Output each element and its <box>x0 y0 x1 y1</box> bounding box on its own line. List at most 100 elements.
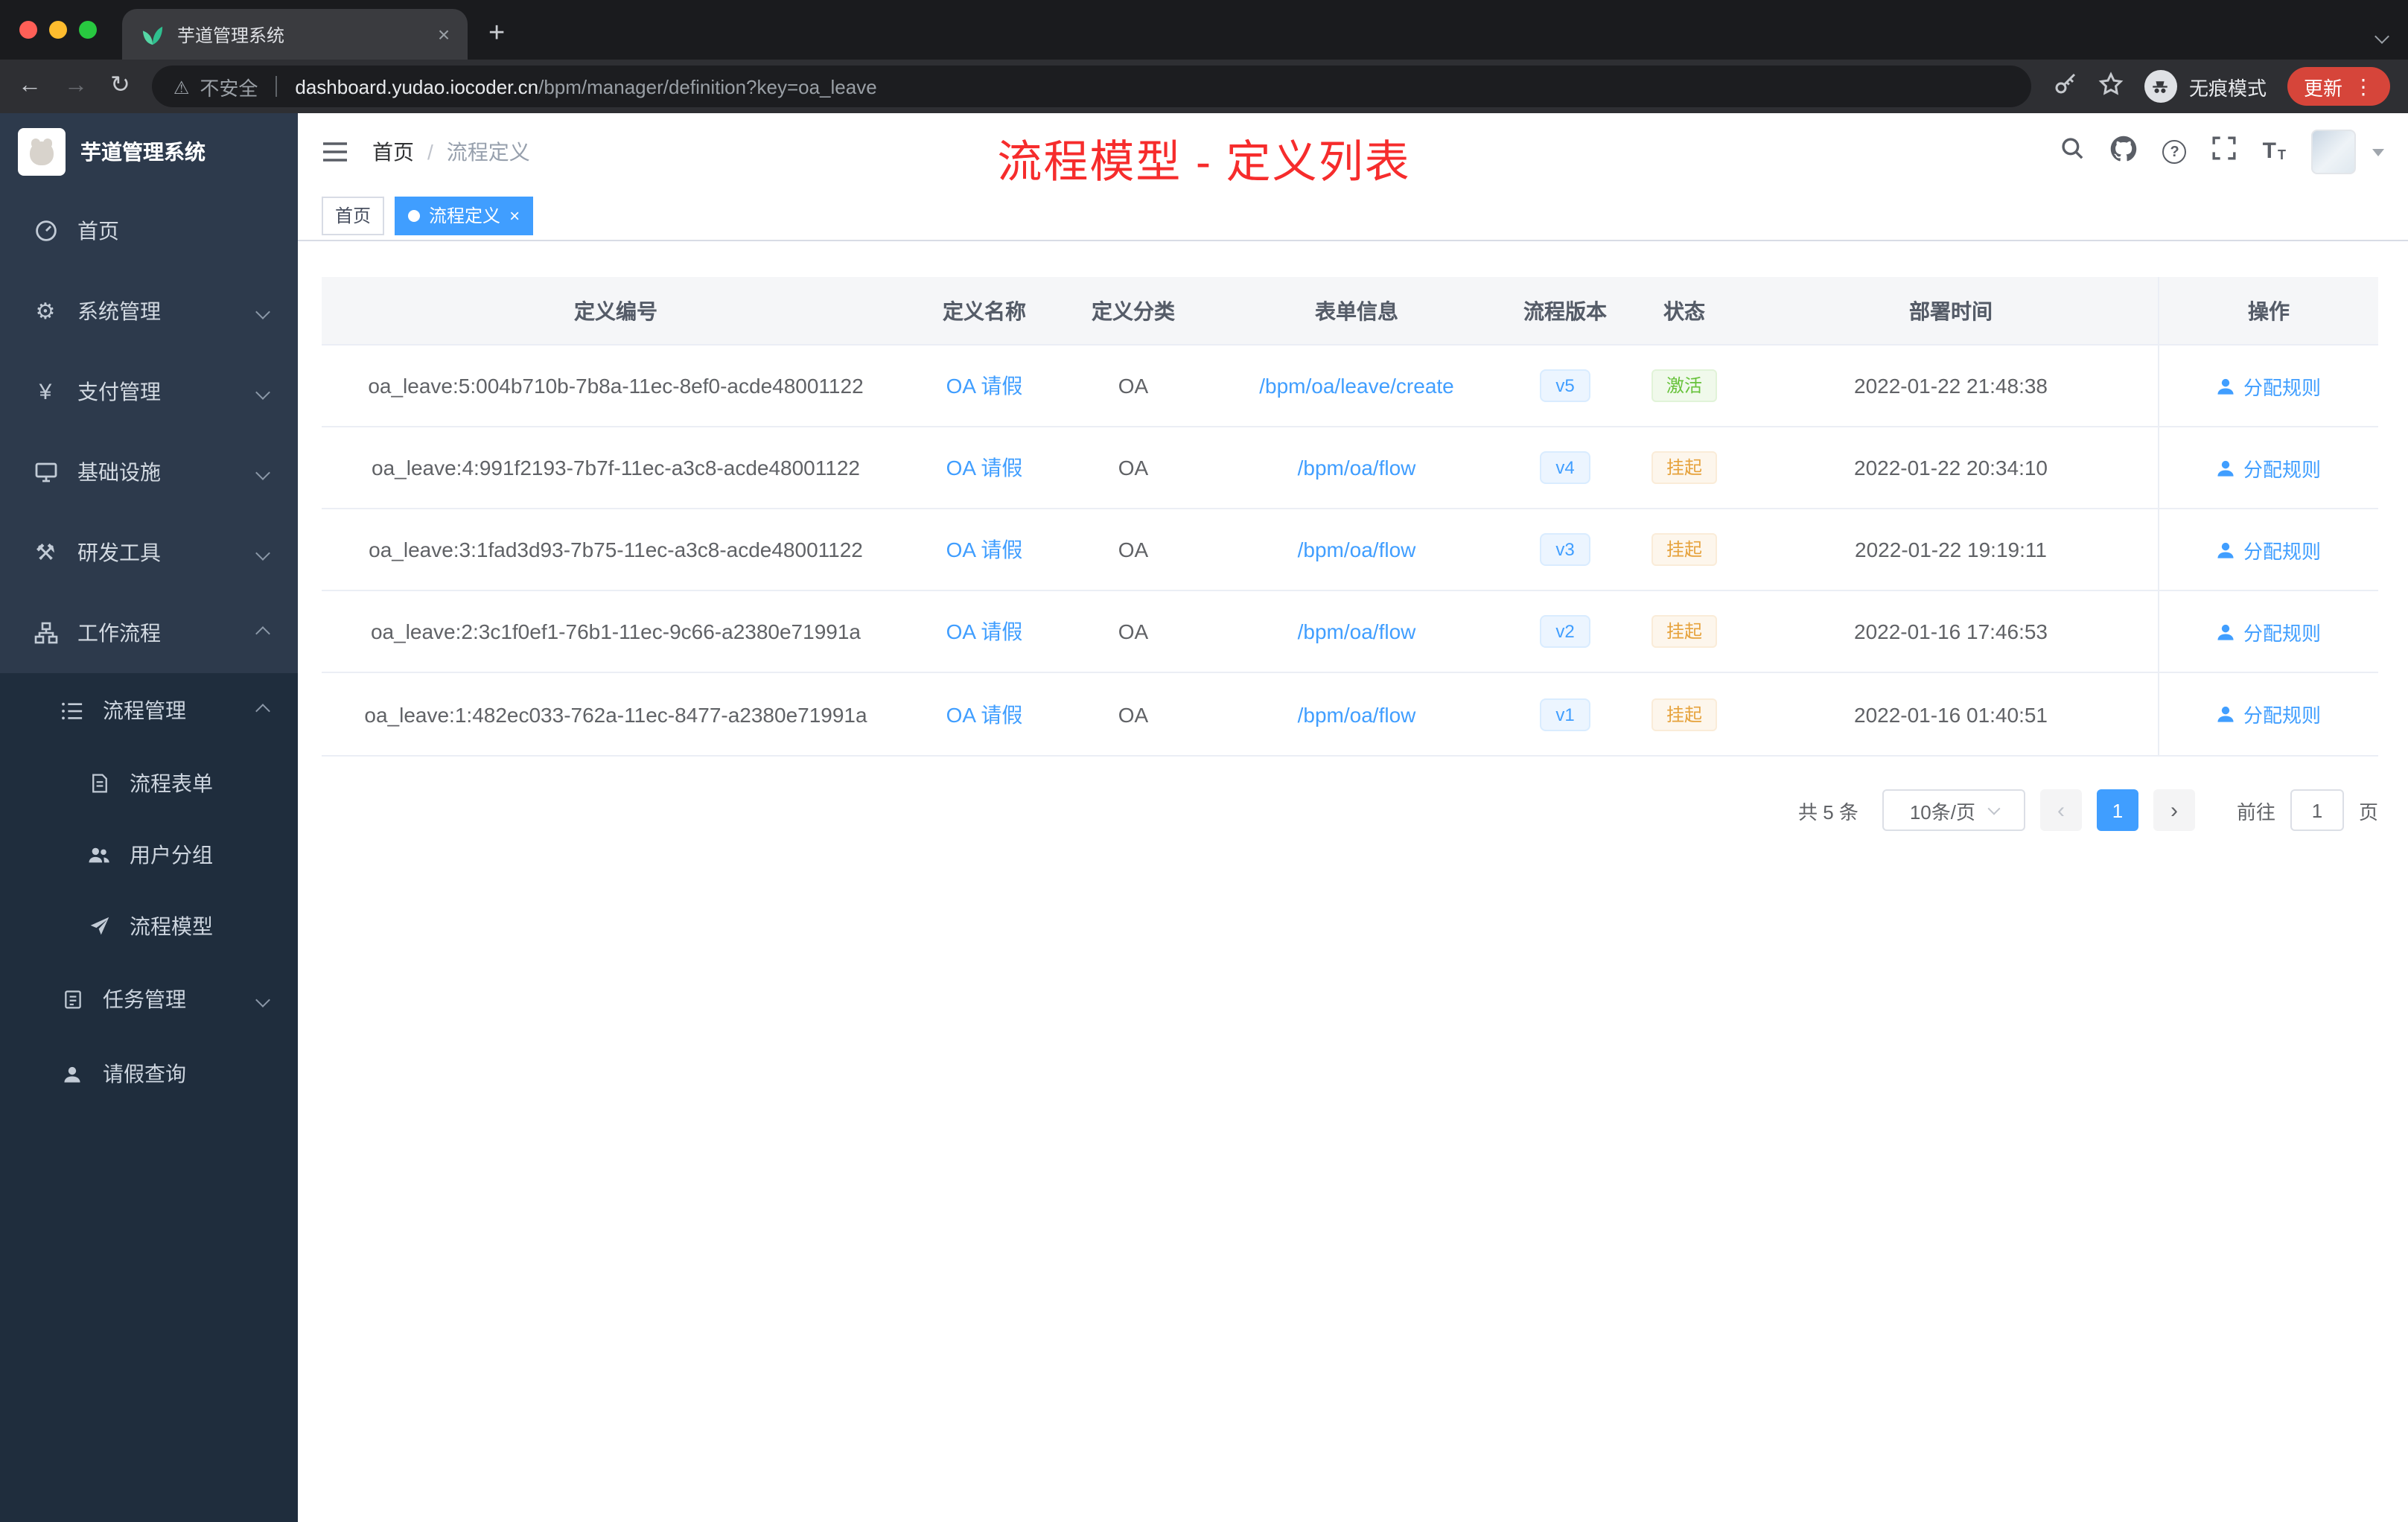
column-header: 状态 <box>1663 299 1705 322</box>
search-icon[interactable] <box>2060 136 2086 168</box>
person-icon <box>2218 623 2235 640</box>
page-unit-label: 页 <box>2358 800 2378 823</box>
status-badge: 挂起 <box>1651 615 1717 648</box>
page-size-value: 10条/页 <box>1909 800 1975 823</box>
reload-button[interactable] <box>110 74 130 98</box>
update-label: 更新 <box>2303 77 2342 99</box>
assign-rule-link[interactable]: 分配规则 <box>2217 700 2321 728</box>
tab-favicon-icon <box>140 22 165 47</box>
zoom-window-button[interactable] <box>79 21 97 39</box>
sidebar-item-home[interactable]: 首页 <box>0 191 298 271</box>
assign-rule-link[interactable]: 分配规则 <box>2217 453 2321 482</box>
sidebar-item-payment[interactable]: ¥ 支付管理 <box>0 351 298 432</box>
person-icon <box>2218 378 2235 394</box>
definition-category: OA <box>1118 538 1149 561</box>
definition-category: OA <box>1118 456 1149 480</box>
tab-close-icon[interactable] <box>432 22 456 46</box>
dashboard-icon <box>33 218 58 243</box>
address-bar[interactable]: 不安全 dashboard.yudao.iocoder.cn/bpm/manag… <box>152 66 2031 107</box>
status-badge: 挂起 <box>1651 698 1717 730</box>
back-button[interactable] <box>18 74 42 98</box>
definition-id: oa_leave:1:482ec033-762a-11ec-8477-a2380… <box>364 702 867 726</box>
assign-rule-link[interactable]: 分配规则 <box>2217 617 2321 646</box>
sidebar-item-workflow[interactable]: 工作流程 <box>0 593 298 673</box>
form-link[interactable]: /bpm/oa/leave/create <box>1259 374 1454 398</box>
goto-page-input[interactable] <box>2290 789 2344 831</box>
navbar-actions <box>2060 130 2384 174</box>
sidebar: 芋道管理系统 首页 ⚙ 系统管理 ¥ 支付管理 基础设施 ⚒ 研发工具 工作流程… <box>0 113 298 1522</box>
form-link[interactable]: /bpm/oa/flow <box>1298 702 1416 726</box>
security-label[interactable]: 不安全 <box>200 72 258 101</box>
yen-icon: ¥ <box>39 379 52 404</box>
font-size-icon[interactable] <box>2263 141 2286 162</box>
sidebar-item-devtools[interactable]: ⚒ 研发工具 <box>0 512 298 593</box>
page-content: 定义编号 定义名称 定义分类 表单信息 流程版本 状态 部署时间 操作 oa_l… <box>298 241 2408 831</box>
sidebar-item-user-group[interactable]: 用户分组 <box>0 819 298 891</box>
assign-rule-link[interactable]: 分配规则 <box>2217 372 2321 400</box>
sidebar-item-label: 首页 <box>77 219 119 243</box>
sidebar-item-process-model[interactable]: 流程模型 <box>0 891 298 962</box>
sidebar-item-process-form[interactable]: 流程表单 <box>0 748 298 819</box>
assign-rule-label: 分配规则 <box>2243 540 2321 562</box>
definition-category: OA <box>1118 702 1149 726</box>
assign-rule-link[interactable]: 分配规则 <box>2217 535 2321 564</box>
sidebar-item-label: 基础设施 <box>77 460 161 484</box>
definition-name-link[interactable]: OA 请假 <box>946 538 1023 561</box>
browser-menu-icon[interactable] <box>2353 74 2374 99</box>
sidebar-logo[interactable]: 芋道管理系统 <box>0 113 298 191</box>
user-avatar[interactable] <box>2311 130 2356 174</box>
chevron-up-icon <box>255 703 270 718</box>
sidebar-item-process-management[interactable]: 流程管理 <box>0 673 298 748</box>
form-link[interactable]: /bpm/oa/flow <box>1298 456 1416 480</box>
sidebar-collapse-icon[interactable] <box>322 140 348 164</box>
browser-tab[interactable]: 芋道管理系统 <box>122 9 468 60</box>
definition-name-link[interactable]: OA 请假 <box>946 374 1023 398</box>
tag-home[interactable]: 首页 <box>322 196 385 235</box>
tag-label: 流程定义 <box>429 206 501 226</box>
breadcrumb-home[interactable]: 首页 <box>372 137 414 167</box>
incognito-indicator: 无痕模式 <box>2144 70 2267 103</box>
table-row: oa_leave:2:3c1f0ef1-76b1-11ec-9c66-a2380… <box>322 591 2378 673</box>
chevron-down-icon <box>255 465 270 480</box>
sidebar-item-task-management[interactable]: 任务管理 <box>0 962 298 1037</box>
deploy-time: 2022-01-22 20:34:10 <box>1854 456 2048 480</box>
deploy-time: 2022-01-22 21:48:38 <box>1854 374 2048 398</box>
page-size-select[interactable]: 10条/页 <box>1882 789 2025 831</box>
next-page-button[interactable]: › <box>2153 789 2195 831</box>
minimize-window-button[interactable] <box>49 21 67 39</box>
definition-category: OA <box>1118 374 1149 398</box>
help-icon[interactable] <box>2162 140 2187 164</box>
total-count: 共 5 条 <box>1798 800 1858 823</box>
sidebar-item-label: 流程管理 <box>103 698 186 722</box>
users-icon <box>86 842 112 867</box>
sidebar-item-infrastructure[interactable]: 基础设施 <box>0 432 298 512</box>
definition-table: 定义编号 定义名称 定义分类 表单信息 流程版本 状态 部署时间 操作 oa_l… <box>322 277 2378 757</box>
sidebar-item-system[interactable]: ⚙ 系统管理 <box>0 271 298 351</box>
page-number-current[interactable]: 1 <box>2096 789 2138 831</box>
forward-button[interactable] <box>64 74 88 98</box>
person-icon <box>2218 541 2235 558</box>
avatar-caret-icon[interactable] <box>2372 148 2384 156</box>
form-link[interactable]: /bpm/oa/flow <box>1298 620 1416 643</box>
definition-name-link[interactable]: OA 请假 <box>946 456 1023 480</box>
close-window-button[interactable] <box>19 21 37 39</box>
fullscreen-icon[interactable] <box>2212 136 2237 168</box>
bookmark-star-icon[interactable] <box>2098 71 2124 102</box>
chrome-update-button[interactable]: 更新 <box>2287 67 2390 106</box>
sidebar-item-leave-query[interactable]: 请假查询 <box>0 1037 298 1111</box>
github-icon[interactable] <box>2111 135 2138 169</box>
form-link[interactable]: /bpm/oa/flow <box>1298 538 1416 561</box>
column-header: 定义分类 <box>1092 299 1175 322</box>
password-key-icon[interactable] <box>2054 71 2077 101</box>
new-tab-button[interactable] <box>488 19 505 48</box>
tab-title: 芋道管理系统 <box>177 25 285 45</box>
definition-name-link[interactable]: OA 请假 <box>946 620 1023 643</box>
sidebar-item-label: 系统管理 <box>77 299 161 323</box>
window-controls <box>19 21 97 39</box>
goto-label: 前往 <box>2236 800 2275 823</box>
tag-process-definition[interactable]: 流程定义 <box>395 196 534 235</box>
tab-search-icon[interactable] <box>2374 22 2389 49</box>
definition-name-link[interactable]: OA 请假 <box>946 702 1023 726</box>
tag-close-icon[interactable] <box>509 206 520 224</box>
prev-page-button[interactable]: ‹ <box>2039 789 2082 831</box>
